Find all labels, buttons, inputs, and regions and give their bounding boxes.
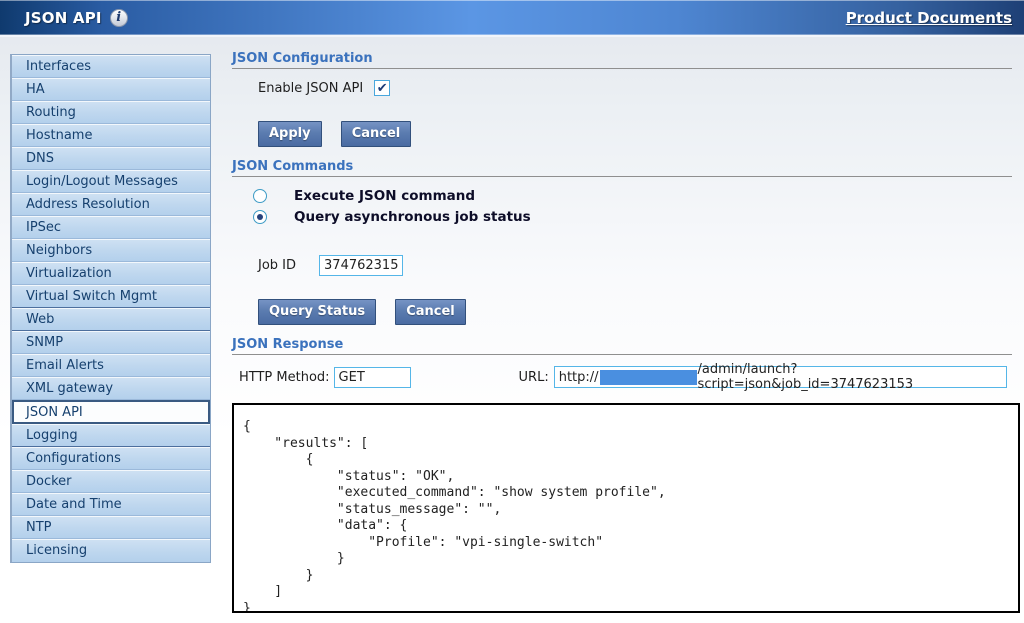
page-title: JSON API <box>25 9 102 27</box>
sidebar-item-logging[interactable]: Logging <box>12 424 210 447</box>
sidebar-item-dns[interactable]: DNS <box>12 147 210 170</box>
sidebar-item-login-logout-messages[interactable]: Login/Logout Messages <box>12 170 210 193</box>
info-icon[interactable]: i <box>110 9 128 27</box>
sidebar-item-neighbors[interactable]: Neighbors <box>12 239 210 262</box>
http-method-label: HTTP Method: <box>239 370 330 385</box>
sidebar-item-snmp[interactable]: SNMP <box>12 331 210 354</box>
sidebar-item-json-api[interactable]: JSON API <box>12 400 210 424</box>
apply-button[interactable]: Apply <box>258 121 322 147</box>
cancel-button[interactable]: Cancel <box>341 121 412 147</box>
sidebar-item-configurations[interactable]: Configurations <box>12 447 210 470</box>
url-redaction-block <box>600 370 697 385</box>
sidebar-item-date-and-time[interactable]: Date and Time <box>12 493 210 516</box>
sidebar-item-ipsec[interactable]: IPSec <box>12 216 210 239</box>
main-content: JSON Configuration Enable JSON API ✔ App… <box>232 45 1020 623</box>
radio-query-status[interactable] <box>253 210 267 224</box>
json-commands-title: JSON Commands <box>232 159 353 174</box>
radio-execute-json[interactable] <box>253 189 267 203</box>
url-label: URL: <box>519 370 549 385</box>
url-prefix-text: http:// <box>559 370 599 385</box>
enable-json-api-label: Enable JSON API <box>258 81 363 96</box>
json-configuration-title: JSON Configuration <box>232 51 373 66</box>
url-suffix-text: /admin/launch?script=json&job_id=3747623… <box>698 362 1002 392</box>
section-divider <box>232 68 1012 69</box>
sidebar-item-web[interactable]: Web <box>12 308 210 331</box>
sidebar-item-ha[interactable]: HA <box>12 78 210 101</box>
sidebar-item-virtual-switch-mgmt[interactable]: Virtual Switch Mgmt <box>12 285 210 308</box>
section-divider <box>232 176 1012 177</box>
query-status-button[interactable]: Query Status <box>258 299 376 325</box>
sidebar-item-address-resolution[interactable]: Address Resolution <box>12 193 210 216</box>
radio-query-status-label[interactable]: Query asynchronous job status <box>294 209 531 225</box>
cancel-query-button[interactable]: Cancel <box>395 299 466 325</box>
sidebar-item-hostname[interactable]: Hostname <box>12 124 210 147</box>
radio-execute-json-label[interactable]: Execute JSON command <box>294 188 475 204</box>
json-response-box: { "results": [ { "status": "OK", "execut… <box>232 403 1020 613</box>
top-bar: JSON API i Product Documents <box>0 0 1024 37</box>
http-method-input[interactable] <box>334 367 411 388</box>
sidebar-item-docker[interactable]: Docker <box>12 470 210 493</box>
product-documents-link[interactable]: Product Documents <box>846 9 1012 27</box>
section-divider <box>232 354 1012 355</box>
page: JSON API i Product Documents InterfacesH… <box>0 0 1024 623</box>
enable-json-checkbox[interactable]: ✔ <box>374 80 390 96</box>
url-input[interactable]: http:// /admin/launch?script=json&job_id… <box>554 366 1007 388</box>
job-id-input[interactable] <box>319 255 403 276</box>
sidebar-item-virtualization[interactable]: Virtualization <box>12 262 210 285</box>
sidebar-item-ntp[interactable]: NTP <box>12 516 210 539</box>
job-id-label: Job ID <box>258 258 296 273</box>
json-response-text: { "results": [ { "status": "OK", "execut… <box>243 419 1018 613</box>
sidebar-item-interfaces[interactable]: Interfaces <box>12 55 210 78</box>
sidebar-item-xml-gateway[interactable]: XML gateway <box>12 377 210 400</box>
sidebar-item-routing[interactable]: Routing <box>12 101 210 124</box>
sidebar-item-email-alerts[interactable]: Email Alerts <box>12 354 210 377</box>
sidebar-item-licensing[interactable]: Licensing <box>12 539 210 562</box>
sidebar: InterfacesHARoutingHostnameDNSLogin/Logo… <box>10 54 211 563</box>
json-response-title: JSON Response <box>232 337 343 352</box>
